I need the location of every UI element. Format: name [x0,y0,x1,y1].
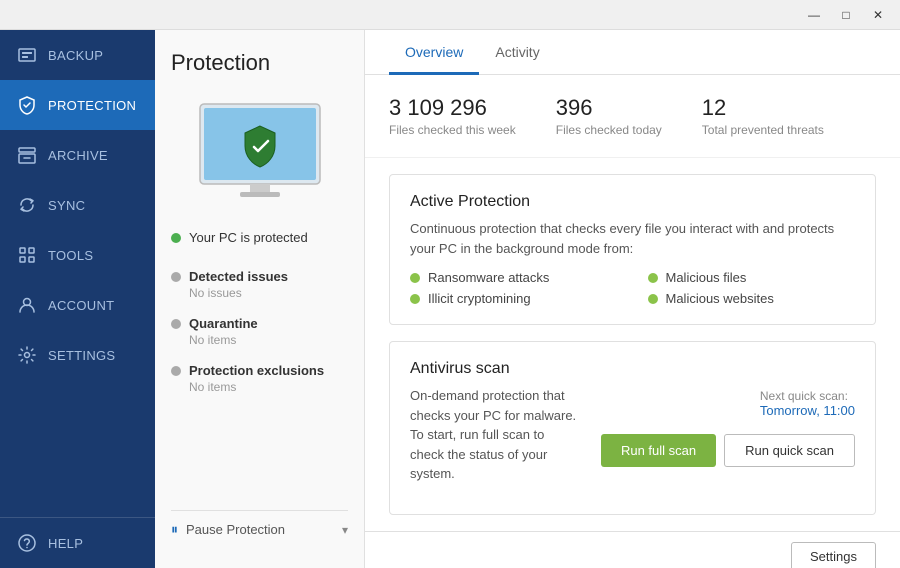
content-area: Protection [155,30,900,568]
feature-ransomware-label: Ransomware attacks [428,270,549,285]
exclusions-sub: No items [189,380,348,394]
run-quick-scan-button[interactable]: Run quick scan [724,434,855,467]
stats-row: 3 109 296 Files checked this week 396 Fi… [365,75,900,158]
chevron-down-icon: ▾ [342,523,348,537]
features-grid: Ransomware attacks Malicious files Illic… [410,270,855,306]
left-panel: Protection [155,30,365,568]
antivirus-desc: On-demand protection that checks your PC… [410,386,581,484]
feature-dot [648,294,658,304]
feature-dot [410,273,420,283]
sidebar-item-backup[interactable]: BACKUP [0,30,155,80]
stat-today-label: Files checked today [556,123,662,137]
stat-week-label: Files checked this week [389,123,516,137]
tools-icon [16,244,38,266]
scan-buttons: Run full scan Run quick scan [601,434,855,467]
panels-area: Active Protection Continuous protection … [365,158,900,531]
feature-malicious-websites: Malicious websites [648,291,856,306]
archive-icon [16,144,38,166]
dot-exclusions [171,366,181,376]
dot-detected [171,272,181,282]
left-menu-detected-issues[interactable]: Detected issues No issues [171,269,348,300]
feature-malicious-websites-label: Malicious websites [666,291,774,306]
left-menu-exclusions[interactable]: Protection exclusions No items [171,363,348,394]
sidebar-label-archive: ARCHIVE [48,148,108,163]
sidebar-label-sync: SYNC [48,198,85,213]
sidebar-item-protection[interactable]: PROTECTION [0,80,155,130]
stat-threats-value: 12 [702,95,824,121]
protection-icon [16,94,38,116]
detected-issues-label: Detected issues [189,269,288,284]
page-title: Protection [171,50,348,76]
active-protection-card: Active Protection Continuous protection … [389,174,876,325]
stat-threats-label: Total prevented threats [702,123,824,137]
sidebar-label-tools: TOOLS [48,248,93,263]
sidebar-item-tools[interactable]: TOOLS [0,230,155,280]
exclusions-label: Protection exclusions [189,363,324,378]
sidebar: BACKUP PROTECTION ARCHIVE [0,30,155,568]
next-scan-time: Tomorrow, 11:00 [760,403,855,418]
stat-week-value: 3 109 296 [389,95,516,121]
status-text: Your PC is protected [189,230,308,245]
next-scan-label: Next quick scan: [760,389,855,403]
sidebar-label-account: ACCOUNT [48,298,114,313]
quarantine-sub: No items [189,333,348,347]
pause-protection-bar[interactable]: ⏸ Pause Protection ▾ [171,510,348,548]
left-menu-quarantine[interactable]: Quarantine No items [171,316,348,347]
protection-status: Your PC is protected [171,230,348,245]
feature-malicious-files-label: Malicious files [666,270,747,285]
window-controls: — □ ✕ [800,4,892,26]
help-icon [16,532,38,554]
active-protection-title: Active Protection [410,193,855,211]
settings-button[interactable]: Settings [791,542,876,568]
sidebar-item-help[interactable]: HELP [0,518,155,568]
sidebar-item-archive[interactable]: ARCHIVE [0,130,155,180]
sidebar-item-account[interactable]: ACCOUNT [0,280,155,330]
stat-threats: 12 Total prevented threats [702,95,824,137]
sidebar-label-help: HELP [48,536,83,551]
antivirus-left: Antivirus scan On-demand protection that… [410,360,581,496]
app-container: BACKUP PROTECTION ARCHIVE [0,30,900,568]
close-button[interactable]: ✕ [864,4,892,26]
maximize-button[interactable]: □ [832,4,860,26]
pause-icon: ⏸ [171,521,178,538]
antivirus-title: Antivirus scan [410,360,581,378]
feature-cryptomining: Illicit cryptomining [410,291,618,306]
stat-today-value: 396 [556,95,662,121]
pause-label: Pause Protection [186,522,285,537]
account-icon [16,294,38,316]
dot-quarantine [171,319,181,329]
right-panel: Overview Activity 3 109 296 Files checke… [365,30,900,568]
feature-ransomware: Ransomware attacks [410,270,618,285]
feature-dot [648,273,658,283]
feature-dot [410,294,420,304]
stat-today: 396 Files checked today [556,95,662,137]
settings-icon [16,344,38,366]
stat-week: 3 109 296 Files checked this week [389,95,516,137]
bottom-bar: Settings [365,531,900,568]
sidebar-label-backup: BACKUP [48,48,103,63]
feature-malicious-files: Malicious files [648,270,856,285]
minimize-button[interactable]: — [800,4,828,26]
sync-icon [16,194,38,216]
active-protection-desc: Continuous protection that checks every … [410,219,855,258]
feature-cryptomining-label: Illicit cryptomining [428,291,531,306]
title-bar: — □ ✕ [0,0,900,30]
sidebar-item-sync[interactable]: SYNC [0,180,155,230]
tab-overview[interactable]: Overview [389,30,479,75]
run-full-scan-button[interactable]: Run full scan [601,434,716,467]
tab-activity[interactable]: Activity [479,30,555,75]
sidebar-item-settings[interactable]: SETTINGS [0,330,155,380]
status-dot-green [171,233,181,243]
sidebar-label-protection: PROTECTION [48,98,136,113]
detected-issues-sub: No issues [189,286,348,300]
backup-icon [16,44,38,66]
sidebar-bottom: HELP [0,517,155,568]
sidebar-label-settings: SETTINGS [48,348,115,363]
antivirus-card-inner: Antivirus scan On-demand protection that… [410,360,855,496]
antivirus-right: Next quick scan: Tomorrow, 11:00 Run ful… [601,360,855,496]
antivirus-scan-card: Antivirus scan On-demand protection that… [389,341,876,515]
monitor-illustration [190,96,330,206]
quarantine-label: Quarantine [189,316,258,331]
tabs-bar: Overview Activity [365,30,900,75]
